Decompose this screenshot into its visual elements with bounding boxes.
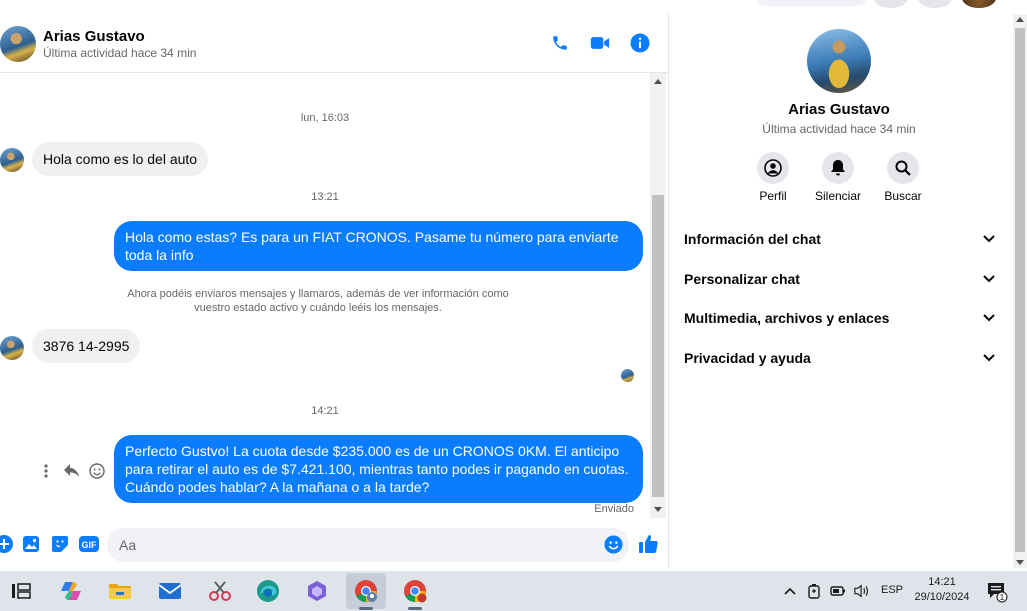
page-scrollbar[interactable]: [1013, 14, 1027, 568]
notice-line: Ahora podéis enviaros mensajes y llamaro…: [127, 288, 509, 300]
battery-saver-icon[interactable]: [806, 583, 822, 599]
clock-date: 29/10/2024: [914, 591, 970, 603]
plus-icon[interactable]: [0, 534, 14, 554]
gif-label: GIF: [82, 540, 98, 550]
reply-icon[interactable]: [62, 461, 82, 481]
chevron-down-icon: [983, 354, 995, 362]
seen-indicator-avatar: [621, 369, 634, 382]
scroll-up-arrow[interactable]: [654, 79, 662, 84]
gif-icon[interactable]: GIF: [78, 534, 100, 554]
contact-profile-photo[interactable]: [807, 29, 871, 93]
chrome-profile-icon[interactable]: [352, 577, 380, 605]
chevron-down-icon: [983, 235, 995, 243]
section-privacy-help[interactable]: Privacidad y ayuda: [677, 340, 1003, 376]
notification-center-icon[interactable]: 1: [986, 581, 1008, 603]
messenger-window: Arias Gustavo Última actividad hace 34 m…: [0, 0, 1027, 611]
chevron-down-icon: [983, 275, 995, 283]
search-button[interactable]: Buscar: [873, 152, 933, 203]
notifications-button[interactable]: [918, 0, 952, 8]
search-label: Buscar: [884, 189, 922, 203]
top-bar-remnant: [668, 0, 1013, 14]
profile-icon: [757, 152, 789, 184]
timestamp: 14:21: [311, 405, 339, 417]
info-icon[interactable]: [629, 32, 651, 54]
message-list[interactable]: lun, 16:03 Hola como es lo del auto 13:2…: [0, 73, 650, 518]
mute-button[interactable]: Silenciar: [808, 152, 868, 203]
scroll-up-arrow[interactable]: [1016, 17, 1024, 22]
section-chat-info[interactable]: Información del chat: [677, 221, 1003, 257]
section-label: Privacidad y ayuda: [684, 350, 811, 366]
more-options-icon[interactable]: [36, 461, 56, 481]
outgoing-message[interactable]: Hola como estas? Es para un FIAT CRONOS.…: [114, 221, 643, 271]
timestamp: 13:21: [311, 191, 339, 203]
scroll-thumb[interactable]: [1015, 28, 1025, 552]
input-language[interactable]: ESP: [881, 584, 903, 596]
profile-button[interactable]: Perfil: [743, 152, 803, 203]
chat-header: Arias Gustavo Última actividad hace 34 m…: [0, 14, 668, 73]
panel-contact-status: Última actividad hace 34 min: [762, 122, 916, 136]
contact-status: Última actividad hace 34 min: [43, 46, 197, 60]
running-indicator: [359, 607, 373, 610]
thumbs-up-icon[interactable]: [638, 534, 658, 554]
react-emoji-icon[interactable]: [87, 461, 107, 481]
panel-divider: [668, 14, 669, 568]
sticker-icon[interactable]: [50, 534, 70, 554]
volume-icon[interactable]: [854, 583, 870, 599]
contact-avatar[interactable]: [0, 26, 36, 62]
sender-avatar[interactable]: [0, 148, 24, 172]
account-avatar[interactable]: [962, 0, 996, 8]
photo-icon[interactable]: [21, 534, 41, 554]
file-explorer-icon[interactable]: [106, 577, 134, 605]
mail-icon[interactable]: [156, 577, 184, 605]
outgoing-message[interactable]: Perfecto Gustvo! La cuota desde $235.000…: [114, 435, 643, 503]
incoming-message[interactable]: 3876 14-2995: [32, 329, 141, 363]
section-label: Multimedia, archivos y enlaces: [684, 310, 890, 326]
running-indicator: [408, 607, 422, 610]
section-label: Personalizar chat: [684, 271, 800, 287]
message-input[interactable]: Aa: [107, 528, 629, 562]
message-composer: GIF Aa: [0, 522, 668, 568]
profile-label: Perfil: [759, 189, 787, 203]
message-input-placeholder: Aa: [119, 537, 137, 553]
message-scrollbar[interactable]: [650, 73, 666, 518]
snipping-tool-icon[interactable]: [206, 577, 234, 605]
phone-icon[interactable]: [549, 32, 571, 54]
emoji-icon[interactable]: [603, 534, 623, 554]
sent-status: Enviado: [594, 503, 634, 515]
clock-time: 14:21: [928, 576, 956, 588]
chevron-up-icon[interactable]: [782, 583, 798, 599]
task-view-icon[interactable]: [7, 577, 35, 605]
chevron-down-icon: [983, 314, 995, 322]
privacy-notice: Ahora podéis enviaros mensajes y llamaro…: [118, 287, 518, 315]
contact-name[interactable]: Arias Gustavo: [43, 28, 145, 45]
chrome-icon[interactable]: [401, 577, 429, 605]
scroll-down-arrow[interactable]: [654, 507, 662, 512]
section-media-files-links[interactable]: Multimedia, archivos y enlaces: [677, 300, 1003, 336]
scroll-down-arrow[interactable]: [1016, 560, 1024, 565]
edge-icon[interactable]: [254, 577, 282, 605]
notification-count: 1: [1000, 593, 1005, 602]
search-icon: [887, 152, 919, 184]
section-customize-chat[interactable]: Personalizar chat: [677, 261, 1003, 297]
teams-icon[interactable]: [303, 577, 331, 605]
clock[interactable]: 14:21 29/10/2024: [905, 575, 979, 605]
windows-taskbar: ESP 14:21 29/10/2024 1: [0, 571, 1027, 611]
section-label: Información del chat: [684, 231, 821, 247]
mute-label: Silenciar: [814, 189, 862, 203]
sender-avatar[interactable]: [0, 336, 24, 360]
bell-icon: [822, 152, 854, 184]
video-icon[interactable]: [589, 32, 611, 54]
battery-icon[interactable]: [830, 583, 846, 599]
timestamp: lun, 16:03: [300, 112, 350, 124]
incoming-message[interactable]: Hola como es lo del auto: [32, 142, 209, 176]
menu-button[interactable]: [874, 0, 908, 8]
panel-contact-name: Arias Gustavo: [788, 101, 890, 118]
search-pill[interactable]: [756, 0, 866, 6]
notice-line: vuestro estado activo y cuándo leéis los…: [194, 302, 442, 314]
scroll-thumb[interactable]: [652, 195, 664, 497]
copilot-icon[interactable]: [57, 577, 85, 605]
